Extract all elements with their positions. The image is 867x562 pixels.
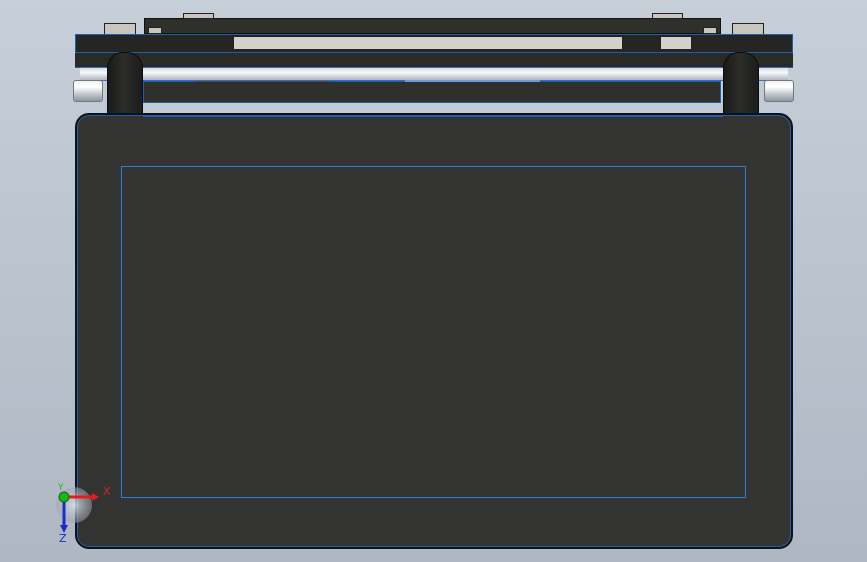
triad-y-label: Y bbox=[58, 483, 64, 493]
top-slot-left bbox=[148, 27, 162, 34]
triad-z-label: Z bbox=[59, 532, 67, 545]
top-tab-left bbox=[183, 13, 214, 19]
underside-bar bbox=[143, 81, 721, 103]
shaft-end-left bbox=[73, 80, 103, 102]
triad-x-label: X bbox=[103, 485, 111, 498]
top-housing bbox=[144, 18, 721, 34]
hinge-rod bbox=[80, 67, 788, 81]
top-slot-right bbox=[703, 27, 717, 34]
hinge-bracket-right bbox=[723, 52, 759, 122]
top-tab-right bbox=[652, 13, 683, 19]
panel-top-edge bbox=[143, 116, 723, 117]
cad-viewport[interactable]: X Y Z bbox=[0, 0, 867, 562]
screen-area bbox=[121, 166, 746, 498]
hinge-slot bbox=[233, 36, 623, 50]
hinge-slot-small bbox=[660, 36, 692, 50]
underside-highlight-left bbox=[195, 81, 330, 82]
coordinate-triad: X Y Z bbox=[50, 483, 120, 545]
shaft-end-right bbox=[764, 80, 794, 102]
hinge-bracket-left bbox=[107, 52, 143, 122]
lower-frame-strip bbox=[75, 53, 793, 68]
underside-highlight bbox=[405, 80, 540, 82]
